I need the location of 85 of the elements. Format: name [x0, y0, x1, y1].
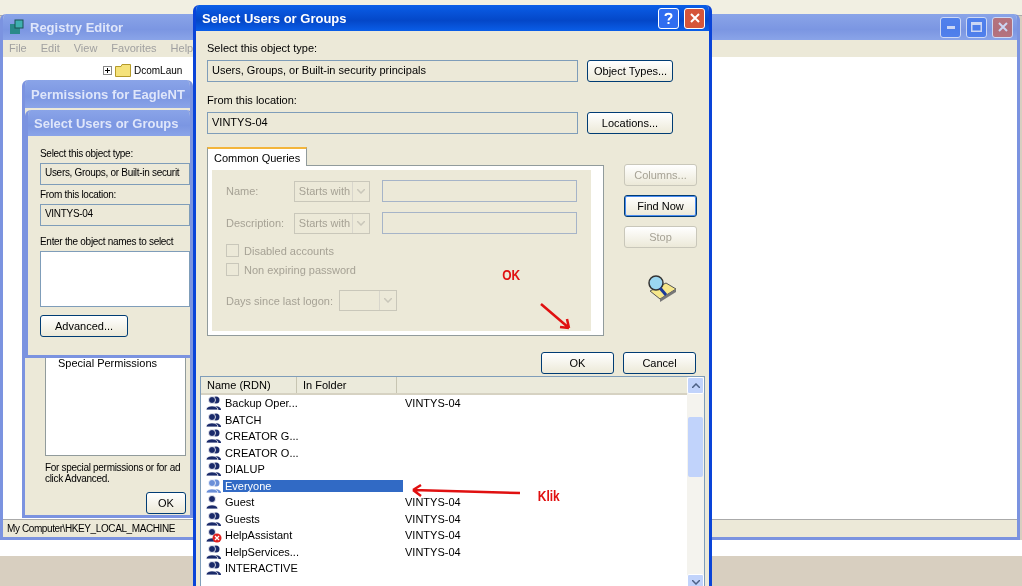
- folder-cell-text: VINTYS-04: [405, 545, 462, 558]
- scroll-up-button[interactable]: [687, 377, 704, 394]
- scrollbar-thumb[interactable]: [688, 417, 703, 477]
- advanced-button[interactable]: Advanced...: [40, 315, 128, 337]
- object-type-field: Users, Groups, or Built-in securit: [40, 163, 190, 185]
- minimize-icon: [946, 25, 955, 29]
- checkbox[interactable]: [226, 263, 239, 276]
- field-label: From this location:: [207, 94, 298, 106]
- chevron-down-icon: [356, 220, 365, 226]
- maximize-icon: [971, 22, 982, 32]
- name-cell[interactable]: Everyone: [223, 479, 403, 492]
- name-cell[interactable]: DIALUP: [223, 463, 267, 476]
- folder-cell-text: VINTYS-04: [405, 496, 462, 509]
- group-icon: [205, 461, 222, 478]
- window-title: Permissions for EagleNT: [31, 86, 185, 102]
- location-field: VINTYS-04: [207, 112, 578, 134]
- query-field[interactable]: [381, 180, 577, 202]
- window-title: Select Users or Groups: [34, 115, 179, 131]
- close-icon: [997, 22, 1008, 32]
- group-icon: [205, 477, 222, 494]
- group-icon: [205, 560, 222, 577]
- query-label: Description:: [226, 217, 286, 229]
- tab[interactable]: Common Queries: [207, 147, 308, 166]
- group-icon: [205, 395, 222, 412]
- chevron-up-icon: [691, 383, 700, 388]
- scroll-down-button[interactable]: [687, 574, 704, 586]
- object-type-field: Users, Groups, or Built-in security principals: [207, 60, 578, 82]
- column-header[interactable]: Name (RDN): [201, 377, 297, 393]
- chevron-down-icon: [384, 298, 392, 303]
- minimize-button[interactable]: [940, 16, 961, 38]
- close-button[interactable]: [684, 7, 705, 29]
- window-title: Registry Editor: [30, 19, 124, 35]
- field-label: Enter the object names to select: [40, 236, 175, 247]
- cancel-button[interactable]: Cancel: [623, 352, 696, 374]
- close-icon: [689, 13, 700, 23]
- chevron-down-icon: [356, 188, 365, 194]
- field-label: Select this object type:: [207, 42, 319, 54]
- annotation-text: OK: [502, 266, 521, 283]
- registry-icon: [9, 19, 25, 35]
- query-label: Name:: [226, 185, 260, 197]
- window-title: Select Users or Groups: [202, 10, 347, 26]
- group-icon: [205, 543, 222, 560]
- help-button[interactable]: [658, 7, 679, 29]
- folder-icon: [115, 64, 131, 77]
- annotation-text: Klik: [537, 487, 560, 504]
- group-icon: [205, 428, 222, 445]
- note-text: For special permissions or for ad: [45, 462, 182, 473]
- side-button[interactable]: Find Now: [624, 195, 697, 217]
- object-types-button[interactable]: Object Types...: [587, 60, 673, 82]
- maximize-button[interactable]: [966, 16, 987, 38]
- name-cell[interactable]: CREATOR G...: [223, 430, 301, 443]
- name-cell[interactable]: CREATOR O...: [223, 446, 301, 459]
- disabled-user-icon: [205, 527, 222, 544]
- query-label: Days since last logon:: [226, 294, 333, 307]
- query-field[interactable]: [381, 212, 577, 234]
- checkbox-label: Non expiring password: [244, 263, 356, 276]
- group-icon: [205, 411, 222, 428]
- checkbox[interactable]: [226, 244, 239, 257]
- object-names-field[interactable]: [40, 251, 190, 307]
- annotation-arrow: [540, 303, 572, 331]
- ok-button[interactable]: OK: [146, 492, 186, 514]
- chevron-down-icon: [691, 580, 700, 585]
- scrollbar[interactable]: [687, 377, 704, 586]
- checkbox-label: Disabled accounts: [244, 244, 334, 257]
- note-text: click Advanced.: [45, 473, 110, 484]
- close-button[interactable]: [992, 16, 1013, 38]
- group-icon: [205, 510, 222, 527]
- question-mark-icon: [664, 12, 673, 24]
- name-cell[interactable]: HelpServices...: [223, 545, 301, 558]
- location-field: VINTYS-04: [40, 204, 190, 226]
- name-cell[interactable]: BATCH: [223, 413, 264, 426]
- list-item[interactable]: Special Permissions: [58, 357, 173, 369]
- locations-button[interactable]: Locations...: [587, 112, 673, 134]
- group-icon: [205, 444, 222, 461]
- ok-button[interactable]: OK: [541, 352, 614, 374]
- name-cell[interactable]: Guest: [223, 496, 257, 509]
- days-dropdown[interactable]: [339, 290, 397, 311]
- name-cell[interactable]: INTERACTIVE: [223, 562, 300, 575]
- expand-icon[interactable]: [103, 66, 112, 75]
- column-header[interactable]: In Folder: [297, 377, 397, 393]
- field-label: Select this object type:: [40, 148, 134, 159]
- tree-item[interactable]: DcomLaun: [134, 65, 183, 76]
- folder-cell-text: VINTYS-04: [405, 397, 462, 410]
- name-cell[interactable]: Backup Oper...: [223, 397, 300, 410]
- field-label: From this location:: [40, 189, 117, 200]
